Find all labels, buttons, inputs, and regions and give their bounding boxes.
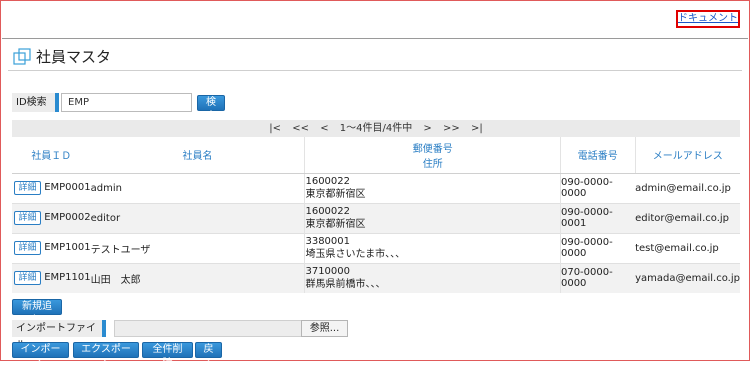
col-header-postal-address: 郵便番号 住所 [304,137,561,174]
detail-button[interactable]: 詳細 [14,271,41,286]
import-file-input[interactable] [114,320,302,337]
employee-id: EMP0001 [44,182,91,193]
col-header-phone: 電話番号 [559,137,636,174]
header-divider [2,38,748,39]
phone-cell: 070-0000-0000 [559,262,636,293]
pager-last[interactable]: >| [471,123,483,134]
employee-table: 社員ＩＤ 社員名 郵便番号 住所 電話番号 メールアドレス 詳細 EMP0001… [12,137,740,293]
col-header-id: 社員ＩＤ [12,137,91,174]
email-cell: editor@email.co.jp [635,202,740,233]
name-cell: 山田 太郎 [90,262,305,293]
browse-button[interactable]: 参照... [301,320,348,337]
table-row: 詳細 EMP0002 editor 1600022 東京都新宿区 090-0000… [12,202,740,233]
search-input[interactable] [61,93,192,112]
postal-address-cell: 3710000 群馬県前橋市、、、 [304,262,561,293]
search-button[interactable]: 検索 [197,95,225,122]
employee-id: EMP1101 [44,272,91,284]
id-cell: 詳細 EMP1001 [12,232,91,263]
pager: |< << < 1～4件目/4件中 > >> >| [12,120,740,137]
name-cell: admin [90,172,305,203]
export-button[interactable]: エクスポート [73,342,139,369]
back-button[interactable]: 戻る [195,342,222,369]
col-header-email: メールアドレス [634,137,740,174]
delete-all-button[interactable]: 全件削除 [142,342,193,369]
name-cell: editor [90,202,305,233]
table-row: 詳細 EMP1101 山田 太郎 3710000 群馬県前橋市、、、 070-00… [12,262,740,293]
table-row: 詳細 EMP1001 テストユーザ 3380001 埼玉県さいたま市、、、 090… [12,232,740,263]
page-icon [13,48,31,65]
email-cell: test@email.co.jp [635,232,740,263]
page-title: 社員マスタ [36,48,112,66]
col-header-postal: 郵便番号 [412,143,453,155]
add-new-button[interactable]: 新規追加 [12,299,62,326]
table-row: 詳細 EMP0001 admin 1600022 東京都新宿区 090-0000-… [12,172,740,203]
employee-id: EMP1001 [44,242,91,253]
document-link[interactable]: ドキュメント [676,10,740,28]
pager-prev-block[interactable]: << [292,123,309,134]
pager-first[interactable]: |< [269,123,281,134]
table-header-row: 社員ＩＤ 社員名 郵便番号 住所 電話番号 メールアドレス [12,137,740,174]
detail-button[interactable]: 詳細 [14,241,41,255]
search-label: ID検索 [12,93,59,112]
detail-button[interactable]: 詳細 [14,211,41,225]
postal-code: 3380001 [305,236,351,247]
postal-address-cell: 1600022 東京都新宿区 [304,202,561,233]
email-cell: yamada@email.co.jp [635,262,740,293]
phone-cell: 090-0000-0001 [559,202,636,233]
title-divider [8,70,742,71]
phone-cell: 090-0000-0000 [559,172,636,203]
postal-address-cell: 3380001 埼玉県さいたま市、、、 [304,232,561,263]
name-cell: テストユーザ [90,232,305,263]
pager-info: 1～4件目/4件中 [339,123,413,134]
import-file-label: インポートファイル [12,320,106,351]
pager-next[interactable]: > [423,123,431,134]
phone-cell: 090-0000-0000 [559,232,636,263]
address: 群馬県前橋市、、、 [305,279,386,291]
col-header-name: 社員名 [90,137,305,174]
postal-address-cell: 1600022 東京都新宿区 [304,172,561,203]
id-cell: 詳細 EMP1101 [12,262,91,293]
email-cell: admin@email.co.jp [635,172,740,203]
address: 埼玉県さいたま市、、、 [305,249,406,260]
id-cell: 詳細 EMP0002 [12,202,91,233]
employee-id: EMP0002 [44,212,91,223]
import-button[interactable]: インポート [12,342,69,369]
postal-code: 3710000 [305,266,351,278]
postal-code: 1600022 [305,206,351,217]
pager-prev[interactable]: < [320,123,328,134]
address: 東京都新宿区 [305,219,366,230]
postal-code: 1600022 [305,176,351,187]
pager-next-block[interactable]: >> [443,123,460,134]
address: 東京都新宿区 [305,189,366,200]
id-cell: 詳細 EMP0001 [12,172,91,203]
detail-button[interactable]: 詳細 [14,181,41,195]
col-header-address: 住所 [422,158,443,170]
